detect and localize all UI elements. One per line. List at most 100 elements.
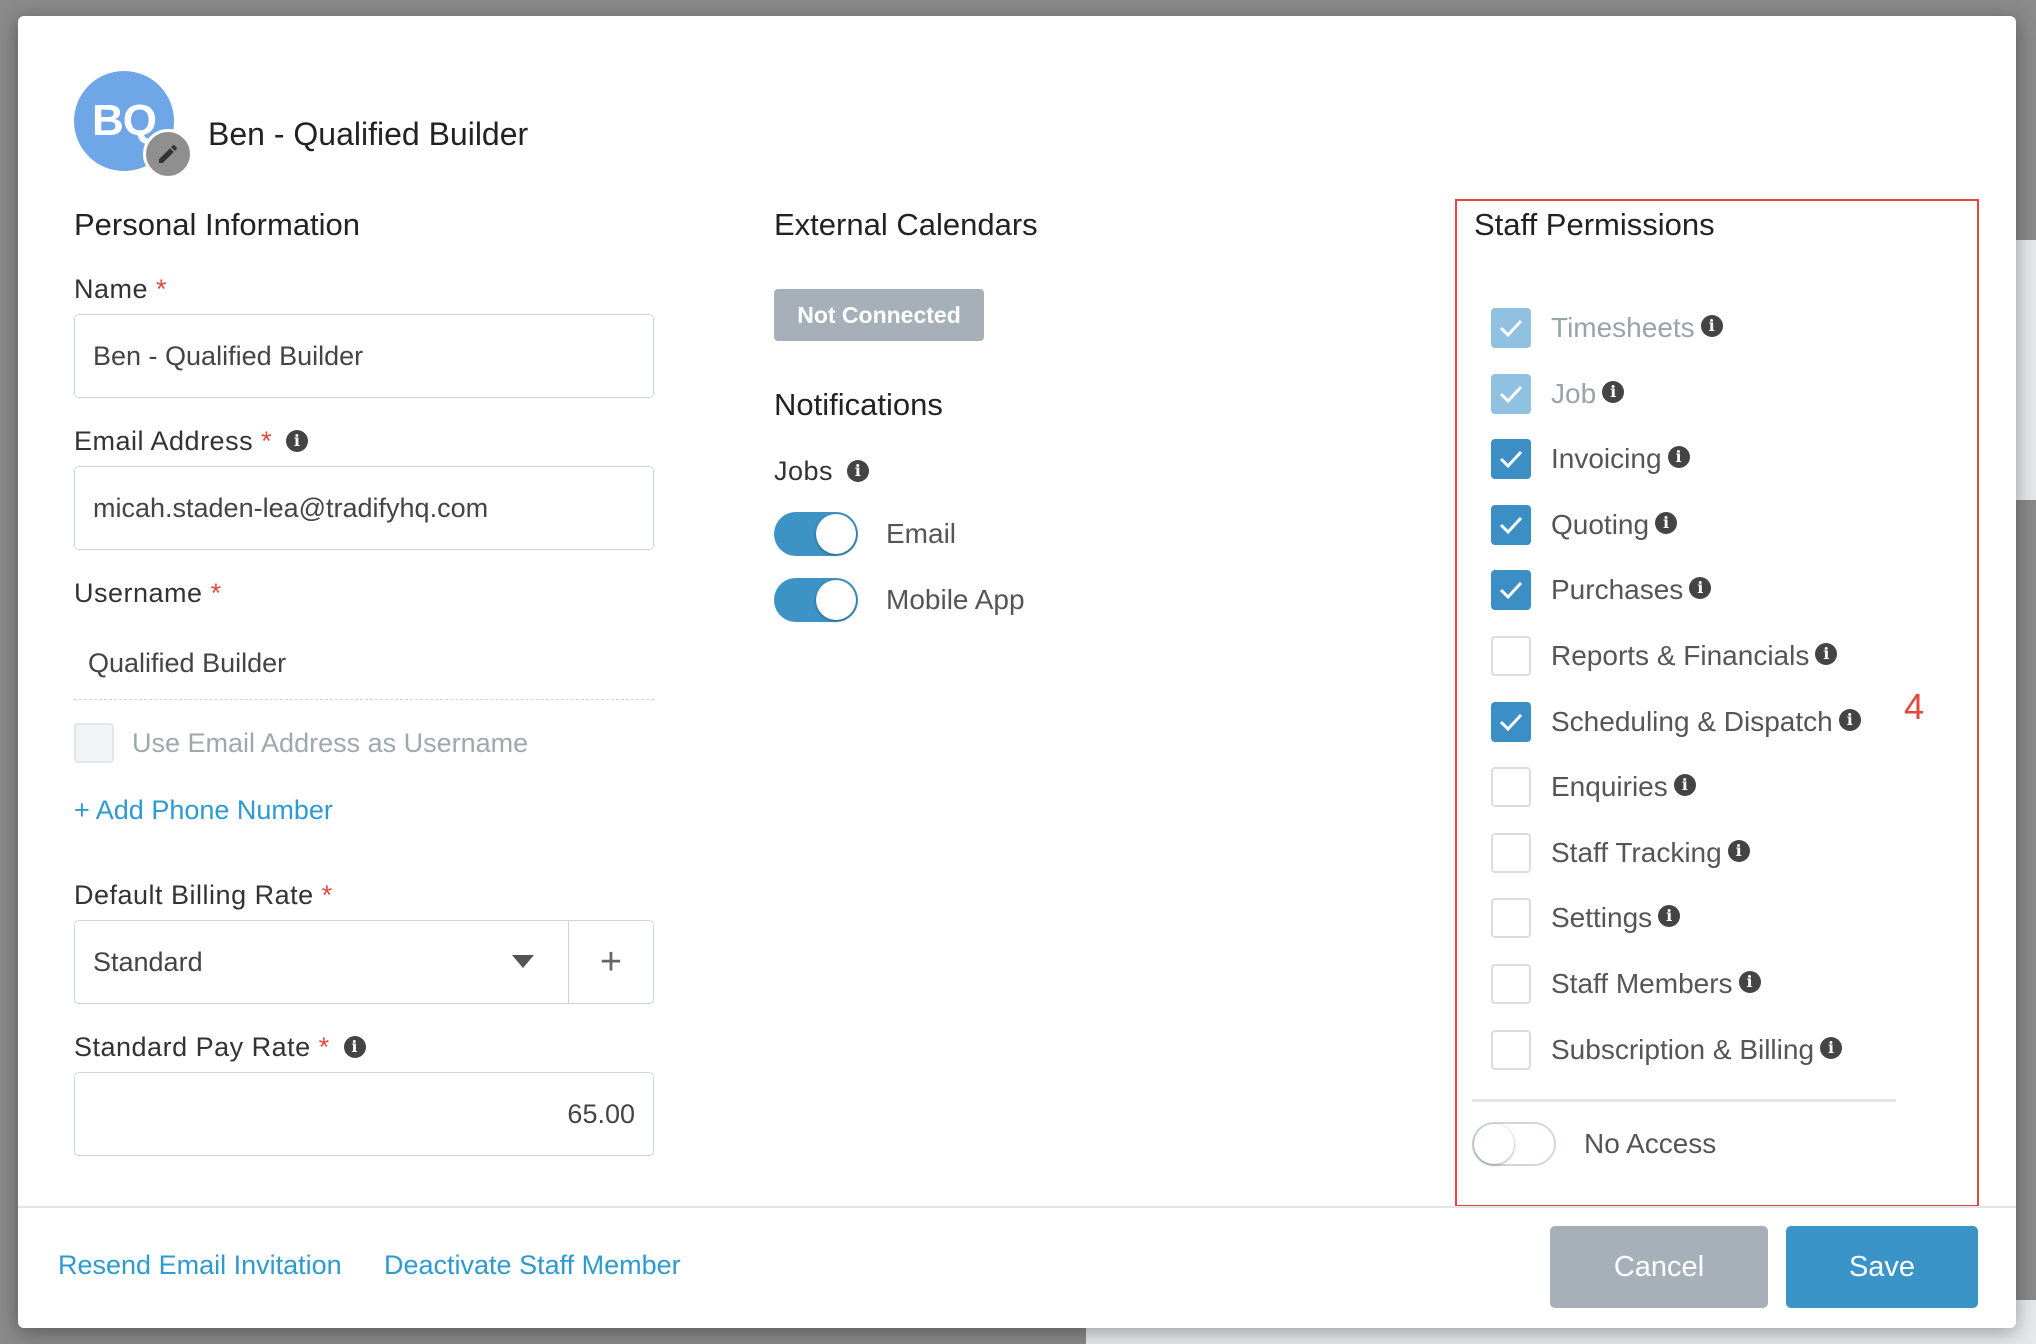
- info-icon[interactable]: i: [1815, 643, 1838, 665]
- permission-label: Invoicing: [1551, 443, 1662, 475]
- checkmark-icon: [1499, 451, 1523, 469]
- permission-label: Job: [1551, 377, 1597, 409]
- permission-checkbox: [1491, 308, 1531, 348]
- info-icon[interactable]: i: [847, 459, 870, 482]
- jobs-label: Jobs i: [774, 456, 870, 487]
- permission-row: Job i: [1491, 372, 1625, 416]
- permission-label: Subscription & Billing: [1551, 1033, 1815, 1065]
- staff-permissions-title: Staff Permissions: [1474, 207, 1715, 242]
- permission-checkbox[interactable]: [1491, 636, 1531, 676]
- permission-label: Scheduling & Dispatch: [1551, 705, 1833, 737]
- user-name: Ben - Qualified Builder: [208, 116, 529, 152]
- background-panel: [2016, 240, 2036, 500]
- username-field[interactable]: Qualified Builder: [74, 628, 654, 700]
- email-notification-row: Email: [774, 512, 956, 556]
- permission-label: Settings: [1551, 902, 1653, 934]
- info-icon[interactable]: i: [1667, 446, 1690, 469]
- dropdown-arrow-icon: [512, 955, 534, 968]
- external-calendars-title: External Calendars: [774, 207, 1038, 242]
- deactivate-staff-link[interactable]: Deactivate Staff Member: [384, 1250, 681, 1281]
- pencil-icon: [159, 144, 178, 163]
- permission-label: Staff Members: [1551, 968, 1733, 999]
- permissions-divider: [1472, 1099, 1896, 1102]
- permission-checkbox[interactable]: [1491, 767, 1531, 808]
- info-icon[interactable]: i: [1602, 380, 1625, 403]
- permission-checkbox[interactable]: [1491, 898, 1531, 939]
- required-mark: *: [261, 426, 273, 456]
- info-icon[interactable]: i: [1658, 905, 1681, 928]
- name-field[interactable]: Ben - Qualified Builder: [74, 314, 654, 398]
- name-label: Name *: [74, 274, 167, 305]
- billing-rate-value: Standard: [93, 946, 203, 977]
- use-email-checkbox-row: Use Email Address as Username: [74, 723, 528, 763]
- calendar-status-badge: Not Connected: [774, 289, 984, 341]
- info-icon[interactable]: i: [1820, 1036, 1843, 1059]
- permission-checkbox[interactable]: [1491, 570, 1531, 611]
- email-toggle-label: Email: [886, 518, 957, 549]
- permission-row: Invoicing i: [1491, 437, 1690, 481]
- use-email-label: Use Email Address as Username: [132, 727, 529, 758]
- permission-checkbox[interactable]: [1491, 1029, 1531, 1070]
- info-icon[interactable]: i: [1838, 708, 1861, 731]
- permission-checkbox: [1491, 373, 1531, 414]
- permission-row: Purchases i: [1491, 568, 1712, 612]
- pay-rate-label: Standard Pay Rate * i: [74, 1032, 366, 1063]
- add-billing-rate-button[interactable]: +: [568, 921, 653, 1003]
- annotation-number: 4: [1904, 686, 1925, 727]
- checkmark-icon: [1499, 385, 1523, 403]
- permission-label: Reports & Financials: [1551, 640, 1810, 671]
- email-notification-toggle[interactable]: [774, 512, 858, 556]
- permission-checkbox[interactable]: [1491, 439, 1531, 480]
- email-label: Email Address * i: [74, 426, 309, 457]
- username-label-text: Username: [74, 578, 203, 608]
- use-email-checkbox[interactable]: [74, 723, 114, 763]
- checkmark-icon: [1499, 516, 1523, 534]
- info-icon[interactable]: i: [1689, 577, 1712, 600]
- info-icon[interactable]: i: [1673, 774, 1696, 797]
- username-value: Qualified Builder: [88, 648, 287, 678]
- info-icon[interactable]: i: [286, 429, 309, 452]
- permission-checkbox[interactable]: [1491, 504, 1531, 545]
- email-field[interactable]: micah.staden-lea@tradifyhq.com: [74, 466, 654, 550]
- permission-row: Staff Members i: [1491, 962, 1761, 1006]
- checkmark-icon: [1499, 713, 1523, 731]
- permission-checkbox[interactable]: [1491, 964, 1531, 1004]
- permission-row: Staff Tracking i: [1491, 831, 1750, 875]
- username-label: Username *: [74, 578, 222, 609]
- info-icon[interactable]: i: [1738, 971, 1761, 993]
- notifications-title: Notifications: [774, 387, 943, 422]
- mobile-notification-row: Mobile App: [774, 578, 1025, 622]
- info-icon[interactable]: i: [1700, 315, 1723, 337]
- permission-row: Reports & Financials i: [1491, 634, 1838, 678]
- mobile-app-notification-toggle[interactable]: [774, 578, 858, 622]
- edit-avatar-button[interactable]: [143, 129, 193, 179]
- personal-info-title: Personal Information: [74, 207, 361, 242]
- info-icon[interactable]: i: [1727, 839, 1750, 862]
- permission-row: Subscription & Billing i: [1491, 1028, 1843, 1072]
- add-phone-link[interactable]: + Add Phone Number: [74, 795, 333, 826]
- permission-label: Enquiries: [1551, 771, 1668, 803]
- required-mark: *: [156, 274, 168, 304]
- email-label-text: Email Address: [74, 426, 254, 456]
- required-mark: *: [321, 880, 333, 910]
- no-access-label: No Access: [1584, 1128, 1717, 1159]
- billing-rate-select[interactable]: Standard +: [74, 920, 654, 1004]
- required-mark: *: [318, 1032, 330, 1062]
- permission-label: Purchases: [1551, 574, 1684, 606]
- pay-rate-field[interactable]: 65.00: [74, 1072, 654, 1156]
- info-icon[interactable]: i: [343, 1035, 366, 1058]
- permission-checkbox[interactable]: [1491, 832, 1531, 873]
- staff-member-modal: BQ Ben - Qualified Builder Personal Info…: [18, 16, 2016, 1328]
- resend-invitation-link[interactable]: Resend Email Invitation: [58, 1250, 342, 1281]
- info-icon[interactable]: i: [1655, 511, 1678, 534]
- no-access-toggle[interactable]: [1472, 1122, 1556, 1166]
- required-mark: *: [210, 578, 222, 608]
- permission-row: Enquiries i: [1491, 765, 1696, 809]
- permission-label: Timesheets: [1551, 312, 1695, 343]
- name-label-text: Name: [74, 274, 149, 304]
- permission-row: Timesheets i: [1491, 306, 1723, 350]
- permission-row: Scheduling & Dispatch i: [1491, 700, 1861, 744]
- permission-checkbox[interactable]: [1491, 701, 1531, 742]
- cancel-button[interactable]: Cancel: [1550, 1226, 1768, 1308]
- save-button[interactable]: Save: [1786, 1226, 1978, 1308]
